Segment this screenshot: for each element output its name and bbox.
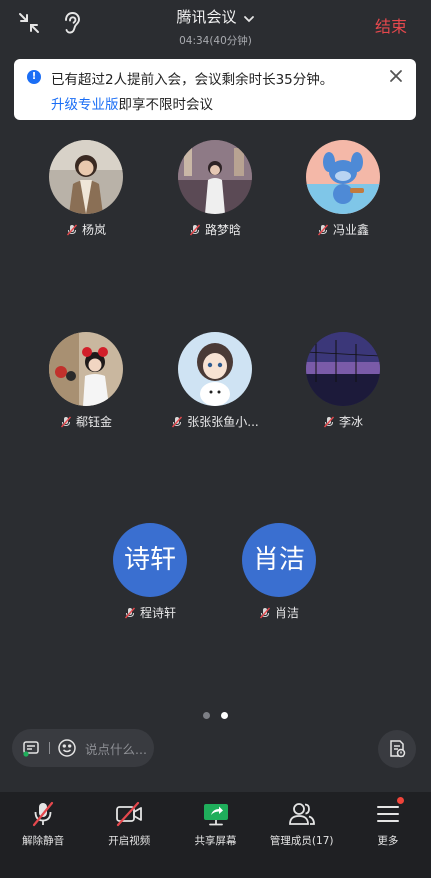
participant-tile[interactable]: 诗轩 程诗轩 xyxy=(95,523,205,621)
notice-text: 已有超过2人提前入会，会议剩余时长35分钟。 xyxy=(51,72,334,88)
close-icon[interactable] xyxy=(389,69,403,83)
meeting-title-area[interactable]: 腾讯会议 04:34(40分钟) xyxy=(0,6,431,48)
participant-name: 程诗轩 xyxy=(139,606,176,620)
participant-tile[interactable]: 路梦晗 xyxy=(160,140,270,238)
participant-tile[interactable]: 冯业鑫 xyxy=(288,140,398,238)
upgrade-link[interactable]: 升级专业版 xyxy=(51,97,119,113)
screen-share-icon xyxy=(201,800,231,828)
avatar xyxy=(306,332,380,406)
participant-name: 杨岚 xyxy=(81,223,106,237)
avatar xyxy=(306,140,380,214)
unmute-button[interactable]: 解除静音 xyxy=(0,792,86,878)
divider xyxy=(49,742,50,754)
mic-muted-icon xyxy=(66,224,78,236)
share-screen-label: 共享屏幕 xyxy=(194,835,237,847)
meeting-time-notice: ! 已有超过2人提前入会，会议剩余时长35分钟。 升级专业版即享不限时会议 xyxy=(14,59,416,120)
chevron-down-icon[interactable] xyxy=(243,11,255,23)
notice-line2: 升级专业版即享不限时会议 xyxy=(51,93,213,113)
avatar xyxy=(49,332,123,406)
avatar xyxy=(178,140,252,214)
participant-tile[interactable]: 张张张鱼小... xyxy=(160,332,270,430)
participant-name: 李冰 xyxy=(338,415,363,429)
page-dot-active[interactable] xyxy=(221,712,228,719)
notes-icon xyxy=(390,740,406,758)
users-icon xyxy=(287,800,317,828)
menu-icon xyxy=(373,800,403,828)
manage-members-button[interactable]: 管理成员(17) xyxy=(259,792,345,878)
end-meeting-button[interactable]: 结束 xyxy=(375,13,407,37)
share-screen-button[interactable]: 共享屏幕 xyxy=(172,792,258,878)
chat-input-placeholder[interactable]: 说点什么... xyxy=(85,739,147,758)
participant-tile[interactable]: 肖洁 肖洁 xyxy=(224,523,334,621)
info-icon: ! xyxy=(27,70,41,84)
top-bar: 腾讯会议 04:34(40分钟) 结束 xyxy=(0,0,431,50)
avatar: 诗轩 xyxy=(113,523,187,597)
start-video-button[interactable]: 开启视频 xyxy=(86,792,172,878)
manage-members-label: 管理成员(17) xyxy=(269,835,334,847)
participant-tile[interactable]: 杨岚 xyxy=(31,140,141,238)
mic-muted-icon xyxy=(171,416,183,428)
participant-name: 肖洁 xyxy=(274,606,299,620)
chat-bubble-icon[interactable] xyxy=(21,738,41,758)
participant-name: 冯业鑫 xyxy=(332,223,369,237)
notes-button[interactable] xyxy=(378,730,416,768)
mic-muted-icon xyxy=(28,800,58,828)
participant-tile[interactable]: 李冰 xyxy=(288,332,398,430)
emoji-icon[interactable] xyxy=(57,738,77,758)
more-button[interactable]: 更多 xyxy=(345,792,431,878)
avatar: 肖洁 xyxy=(242,523,316,597)
camera-off-icon xyxy=(114,800,144,828)
avatar xyxy=(49,140,123,214)
more-label: 更多 xyxy=(377,835,399,847)
mic-muted-icon xyxy=(60,416,72,428)
mic-muted-icon xyxy=(317,224,329,236)
unmute-label: 解除静音 xyxy=(22,835,65,847)
avatar xyxy=(178,332,252,406)
notification-badge xyxy=(396,797,404,804)
start-video-label: 开启视频 xyxy=(108,835,151,847)
notice-line2-text: 即享不限时会议 xyxy=(118,97,214,113)
bottom-toolbar: 解除静音 开启视频 共享屏幕 管理成员(17) 更多 xyxy=(0,792,431,878)
chat-input-bar[interactable]: 说点什么... xyxy=(12,729,154,767)
mic-muted-icon xyxy=(323,416,335,428)
participant-tile[interactable]: 郗钰金 xyxy=(31,332,141,430)
mic-muted-icon xyxy=(189,224,201,236)
mic-muted-icon xyxy=(259,607,271,619)
mic-muted-icon xyxy=(124,607,136,619)
participant-name: 张张张鱼小... xyxy=(187,415,259,429)
page-indicator xyxy=(0,712,431,719)
meeting-duration: 04:34(40分钟) xyxy=(179,35,252,47)
meeting-title[interactable]: 腾讯会议 xyxy=(176,6,236,27)
page-dot[interactable] xyxy=(203,712,210,719)
participant-name: 郗钰金 xyxy=(75,415,112,429)
participant-name: 路梦晗 xyxy=(204,223,241,237)
